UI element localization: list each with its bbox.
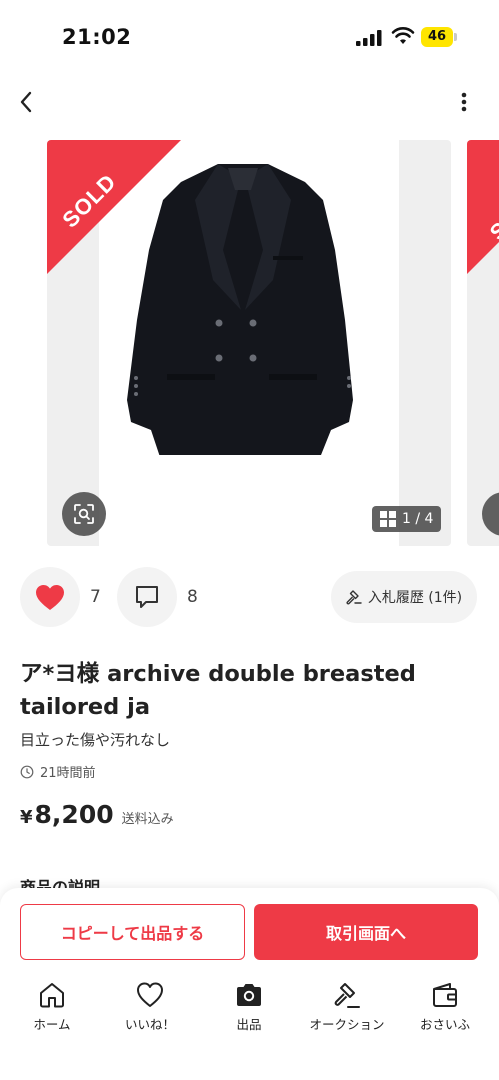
- chevron-left-icon: [20, 91, 32, 113]
- posted-time-label: 21時間前: [40, 766, 96, 781]
- transaction-screen-button[interactable]: 取引画面へ: [254, 904, 478, 960]
- image-carousel[interactable]: SOLD SOLD 1 / 4: [0, 140, 499, 546]
- tab-auction-label: オークション: [309, 1017, 385, 1032]
- tab-likes-label: いいね！: [124, 1017, 175, 1032]
- gavel-icon: [346, 590, 362, 605]
- gavel-icon: [334, 983, 360, 1008]
- price: ¥ 8,200 送料込み: [20, 800, 174, 829]
- shipping-label: 送料込み: [121, 812, 174, 827]
- tab-sell[interactable]: 出品: [204, 978, 294, 1038]
- comment-icon: [136, 586, 158, 608]
- wallet-icon: [433, 983, 457, 1007]
- more-options-button[interactable]: [452, 88, 476, 116]
- copy-listing-button[interactable]: コピーして出品する: [20, 904, 245, 960]
- status-time: 21:02: [62, 25, 132, 49]
- comment-button[interactable]: [117, 567, 177, 627]
- tab-sell-label: 出品: [236, 1017, 262, 1032]
- bid-history-label: 入札履歴 (1件): [367, 590, 463, 606]
- price-value: 8,200: [34, 800, 114, 829]
- product-title: ア*ヨ様 archive double breasted tailored ja: [20, 661, 416, 720]
- product-image-slide[interactable]: SOLD: [47, 140, 451, 546]
- status-bar: 21:02 46: [0, 0, 499, 70]
- wifi-icon: [391, 27, 415, 44]
- tab-wallet[interactable]: おさいふ: [400, 978, 490, 1038]
- like-count: 7: [90, 587, 101, 607]
- heart-icon: [36, 584, 64, 610]
- bottom-tab-bar: ホーム いいね！ 出品 オークション おさいふ: [0, 978, 499, 1038]
- comment-count: 8: [187, 587, 198, 607]
- tab-likes[interactable]: いいね！: [105, 978, 195, 1038]
- image-counter-label: 1 / 4: [402, 511, 434, 527]
- tab-wallet-label: おさいふ: [419, 1017, 470, 1032]
- camera-icon: [237, 984, 261, 1006]
- clock-icon: [20, 765, 34, 778]
- battery-icon: 46: [421, 27, 457, 47]
- bid-history-button[interactable]: 入札履歴 (1件): [331, 571, 477, 623]
- currency-symbol: ¥: [20, 807, 33, 828]
- heart-outline-icon: [137, 982, 163, 1007]
- posted-time: 21時間前: [20, 762, 96, 781]
- product-condition: 目立った傷や汚れなし: [20, 731, 171, 749]
- home-icon: [40, 983, 64, 1008]
- next-image-slide[interactable]: SOLD: [467, 140, 499, 546]
- image-zoom-button[interactable]: [62, 492, 106, 536]
- image-counter: 1 / 4: [372, 506, 442, 532]
- sold-badge: SOLD: [47, 140, 181, 274]
- tab-home-label: ホーム: [33, 1017, 71, 1032]
- back-button[interactable]: [12, 88, 40, 116]
- tab-home[interactable]: ホーム: [7, 978, 97, 1038]
- tab-auction[interactable]: オークション: [302, 978, 392, 1038]
- more-vertical-icon: [461, 92, 467, 112]
- battery-level: 46: [421, 27, 453, 47]
- grid-icon: [380, 511, 396, 527]
- like-button[interactable]: [20, 567, 80, 627]
- zoom-scan-icon: [74, 504, 94, 524]
- cellular-signal-icon: [356, 30, 382, 46]
